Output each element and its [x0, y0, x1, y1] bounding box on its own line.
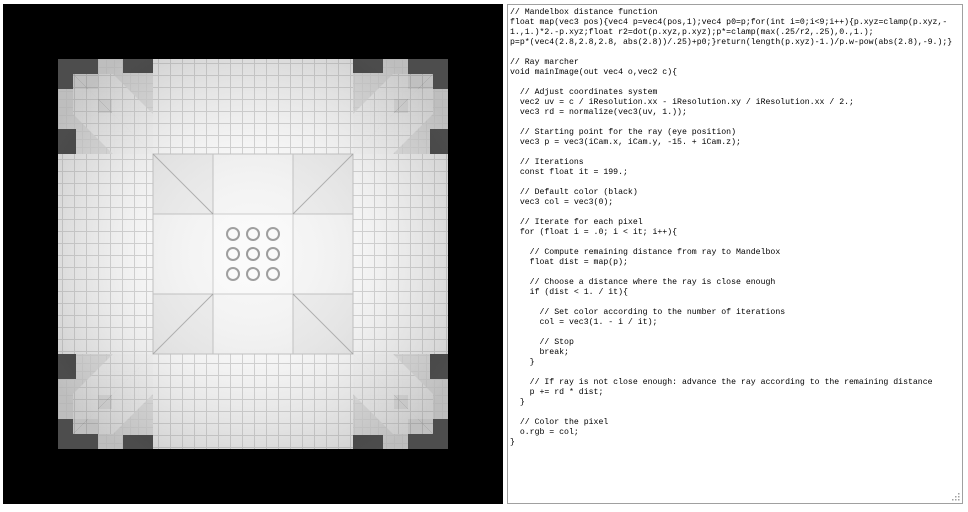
code-line[interactable]: p += rd * dist; [510, 388, 962, 398]
resize-grip-icon[interactable] [950, 491, 960, 501]
code-line[interactable] [510, 298, 962, 308]
code-editor[interactable]: // Mandelbox distance function float map(… [507, 4, 963, 504]
code-line[interactable]: // Stop [510, 338, 962, 348]
code-line[interactable]: vec2 uv = c / iResolution.xx - iResoluti… [510, 98, 962, 108]
shader-source-code[interactable]: // Mandelbox distance function float map(… [508, 5, 962, 448]
code-line[interactable]: // Set color according to the number of … [510, 308, 962, 318]
code-line[interactable]: vec3 col = vec3(0); [510, 198, 962, 208]
code-line[interactable] [510, 268, 962, 278]
code-line[interactable] [510, 148, 962, 158]
code-line[interactable]: // Default color (black) [510, 188, 962, 198]
code-line[interactable]: // Color the pixel [510, 418, 962, 428]
code-line[interactable]: const float it = 199.; [510, 168, 962, 178]
code-line[interactable]: break; [510, 348, 962, 358]
code-line[interactable] [510, 368, 962, 378]
code-line[interactable]: // Starting point for the ray (eye posit… [510, 128, 962, 138]
code-line[interactable] [510, 238, 962, 248]
code-line[interactable]: void mainImage(out vec4 o,vec2 c){ [510, 68, 962, 78]
code-line[interactable]: } [510, 358, 962, 368]
code-line[interactable]: vec3 p = vec3(iCam.x, iCam.y, -15. + iCa… [510, 138, 962, 148]
code-line[interactable]: col = vec3(1. - i / it); [510, 318, 962, 328]
code-line[interactable]: // Iterations [510, 158, 962, 168]
mandelbox-render-image [3, 4, 503, 504]
render-viewport[interactable] [3, 4, 503, 504]
code-line[interactable]: float dist = map(p); [510, 258, 962, 268]
code-line[interactable]: // Iterate for each pixel [510, 218, 962, 228]
code-line[interactable] [510, 208, 962, 218]
code-line[interactable]: } [510, 438, 962, 448]
code-line[interactable]: if (dist < 1. / it){ [510, 288, 962, 298]
code-line[interactable]: p=p*(vec4(2.8,2.8,2.8, abs(2.8))/.25)+p0… [510, 38, 962, 48]
code-line[interactable]: // Adjust coordinates system [510, 88, 962, 98]
code-line[interactable]: } [510, 398, 962, 408]
code-line[interactable] [510, 408, 962, 418]
code-line[interactable]: vec3 rd = normalize(vec3(uv, 1.)); [510, 108, 962, 118]
code-line[interactable]: for (float i = .0; i < it; i++){ [510, 228, 962, 238]
code-line[interactable] [510, 118, 962, 128]
code-line[interactable] [510, 48, 962, 58]
code-line[interactable] [510, 178, 962, 188]
code-line[interactable]: 1.,1.)*2.-p.xyz;float r2=dot(p.xyz,p.xyz… [510, 28, 962, 38]
code-line[interactable] [510, 78, 962, 88]
code-line[interactable]: // Ray marcher [510, 58, 962, 68]
code-line[interactable]: o.rgb = col; [510, 428, 962, 438]
code-line[interactable]: // If ray is not close enough: advance t… [510, 378, 962, 388]
code-line[interactable]: // Compute remaining distance from ray t… [510, 248, 962, 258]
code-line[interactable] [510, 328, 962, 338]
code-line[interactable]: // Mandelbox distance function [510, 8, 962, 18]
code-line[interactable]: // Choose a distance where the ray is cl… [510, 278, 962, 288]
code-line[interactable]: float map(vec3 pos){vec4 p=vec4(pos,1);v… [510, 18, 962, 28]
